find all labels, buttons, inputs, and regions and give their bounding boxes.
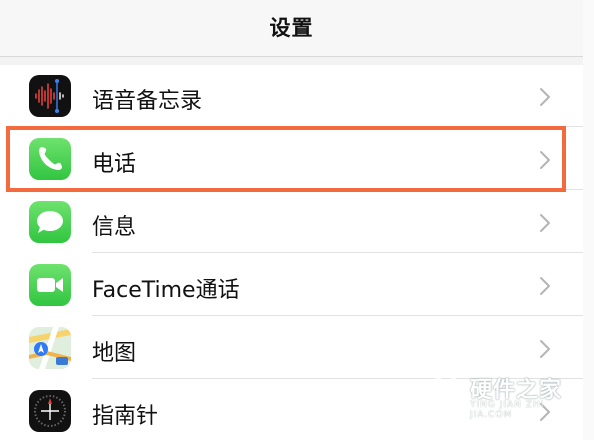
chevron-right-icon: [538, 275, 552, 297]
chevron-right-icon: [538, 212, 552, 234]
section-gap: [0, 57, 583, 65]
settings-row-label: 电话: [92, 152, 137, 177]
settings-row-label: FaceTime通话: [92, 278, 240, 303]
watermark-subtitle: YING JIAN ZHI JIA.COM: [470, 400, 545, 420]
compass-icon: [29, 390, 71, 432]
chevron-right-icon: [538, 86, 552, 108]
settings-row-facetime[interactable]: FaceTime通话: [0, 254, 583, 316]
settings-row-label: 指南针: [92, 404, 159, 429]
voice-memos-icon: [29, 75, 71, 117]
chevron-right-icon: [538, 338, 552, 360]
row-divider: [92, 126, 583, 127]
row-divider: [92, 252, 583, 253]
facetime-icon: [29, 264, 71, 306]
settings-row-label: 地图: [92, 341, 137, 366]
settings-row-voice-memos[interactable]: 语音备忘录: [0, 65, 583, 127]
page-title: 设置: [269, 16, 314, 40]
phone-icon: [29, 138, 71, 180]
watermark-logo-icon: [427, 372, 465, 416]
maps-icon: [29, 327, 71, 369]
chevron-right-icon: [538, 149, 552, 171]
row-divider: [92, 189, 583, 190]
settings-row-phone[interactable]: 电话: [0, 128, 583, 190]
row-divider: [92, 315, 583, 316]
settings-row-label: 信息: [92, 215, 137, 240]
navigation-bar: 设置: [0, 0, 583, 57]
watermark: 硬件之家 YING JIAN ZHI JIA.COM: [426, 368, 586, 428]
settings-row-label: 语音备忘录: [92, 89, 203, 114]
messages-icon: [29, 201, 71, 243]
settings-row-messages[interactable]: 信息: [0, 191, 583, 253]
